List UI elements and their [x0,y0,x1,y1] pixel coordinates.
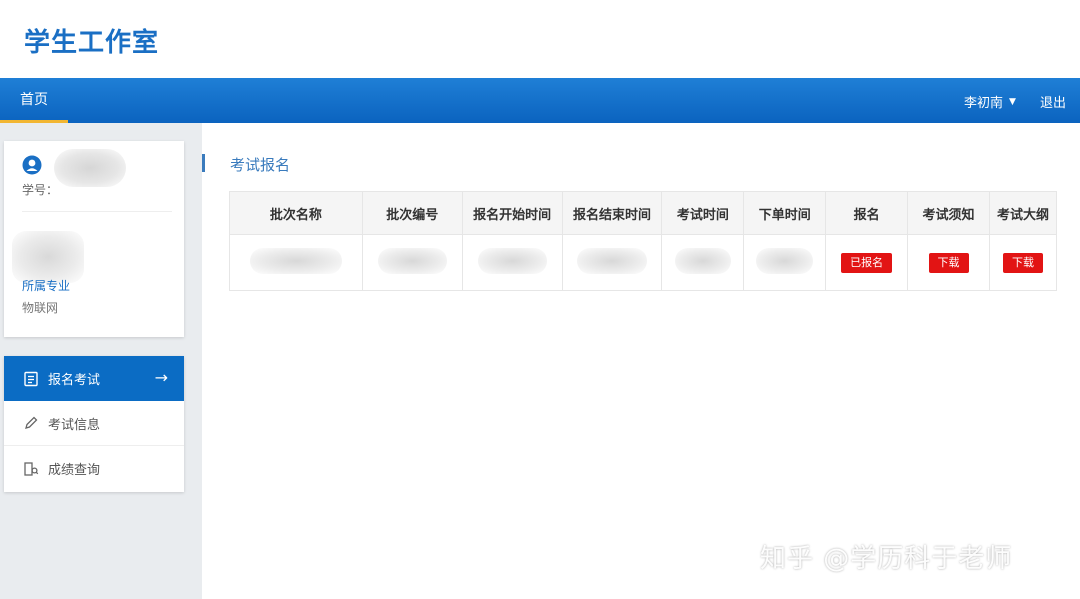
cell-order-time [743,234,827,291]
main-navbar: 首页 李初南 ▼ 退出 [0,78,1080,123]
blurred-info [12,231,84,283]
column-header: 考试时间 [661,191,745,235]
exam-registration-table: 批次名称 批次编号 报名开始时间 报名结束时间 考试时间 下单时间 报名 考试须… [229,191,1058,291]
sidebar-item-score-query[interactable]: 成绩查询 [4,446,184,491]
brand-logo: 学生工作室 [24,28,160,58]
column-header: 考试须知 [907,191,990,235]
user-name: 李初南 [964,96,1004,111]
cell-batch-name [229,234,363,291]
registered-button[interactable]: 已报名 [841,252,893,273]
download-notice-button[interactable]: 下载 [928,252,969,273]
cell-outline: 下载 [988,234,1058,291]
pencil-icon [22,414,40,432]
blurred-name [54,149,126,187]
table-row: 已报名 下载 下载 [229,234,1058,291]
column-header: 批次名称 [229,191,363,235]
cell-reg-start [461,234,563,291]
section-title: 考试报名 [230,156,291,174]
blurred-value [477,247,547,274]
card-divider [22,211,172,212]
section-title-bar [202,154,205,172]
blurred-value [674,247,732,274]
blurred-value [577,247,647,274]
cell-batch-no [361,234,463,291]
sidebar-item-register-exam[interactable]: 报名考试 → [4,356,184,401]
column-header: 批次编号 [361,191,463,235]
major-value: 物联网 [22,301,59,315]
arrow-right-icon: → [154,368,168,387]
caret-down-icon: ▼ [1009,96,1016,107]
column-header: 报名 [825,191,909,235]
profile-card: 学号： 所属专业 物联网 [4,141,184,337]
blurred-value [377,247,447,274]
cell-notice: 下载 [907,234,990,291]
user-menu[interactable]: 李初南 ▼ [964,92,1016,111]
blurred-value [756,247,814,274]
sidebar-item-exam-info[interactable]: 考试信息 [4,401,184,446]
column-header: 报名开始时间 [461,191,563,235]
column-header: 下单时间 [743,191,827,235]
sidebar-item-label: 考试信息 [48,417,101,433]
blurred-value [249,247,343,274]
table-header-row: 批次名称 批次编号 报名开始时间 报名结束时间 考试时间 下单时间 报名 考试须… [229,191,1058,235]
student-number-label: 学号： [22,183,59,197]
sidebar-item-label: 报名考试 [48,373,101,388]
side-menu: 报名考试 → 考试信息 成绩查询 [4,356,184,492]
score-query-icon [22,460,40,478]
nav-home-tab[interactable]: 首页 [0,78,68,123]
cell-register: 已报名 [825,234,909,291]
major-label: 所属专业 [22,279,71,293]
user-avatar-icon [22,155,42,175]
register-exam-icon [22,370,40,388]
column-header: 报名结束时间 [561,191,663,235]
cell-exam-time [661,234,745,291]
sidebar-item-label: 成绩查询 [48,463,101,478]
cell-reg-end [561,234,663,291]
column-header: 考试大纲 [988,191,1058,235]
top-header: 学生工作室 [0,0,1080,78]
logout-link[interactable]: 退出 [1040,92,1066,111]
watermark: 知乎 @学历科于老师 [760,544,1013,574]
download-outline-button[interactable]: 下载 [1002,252,1043,273]
